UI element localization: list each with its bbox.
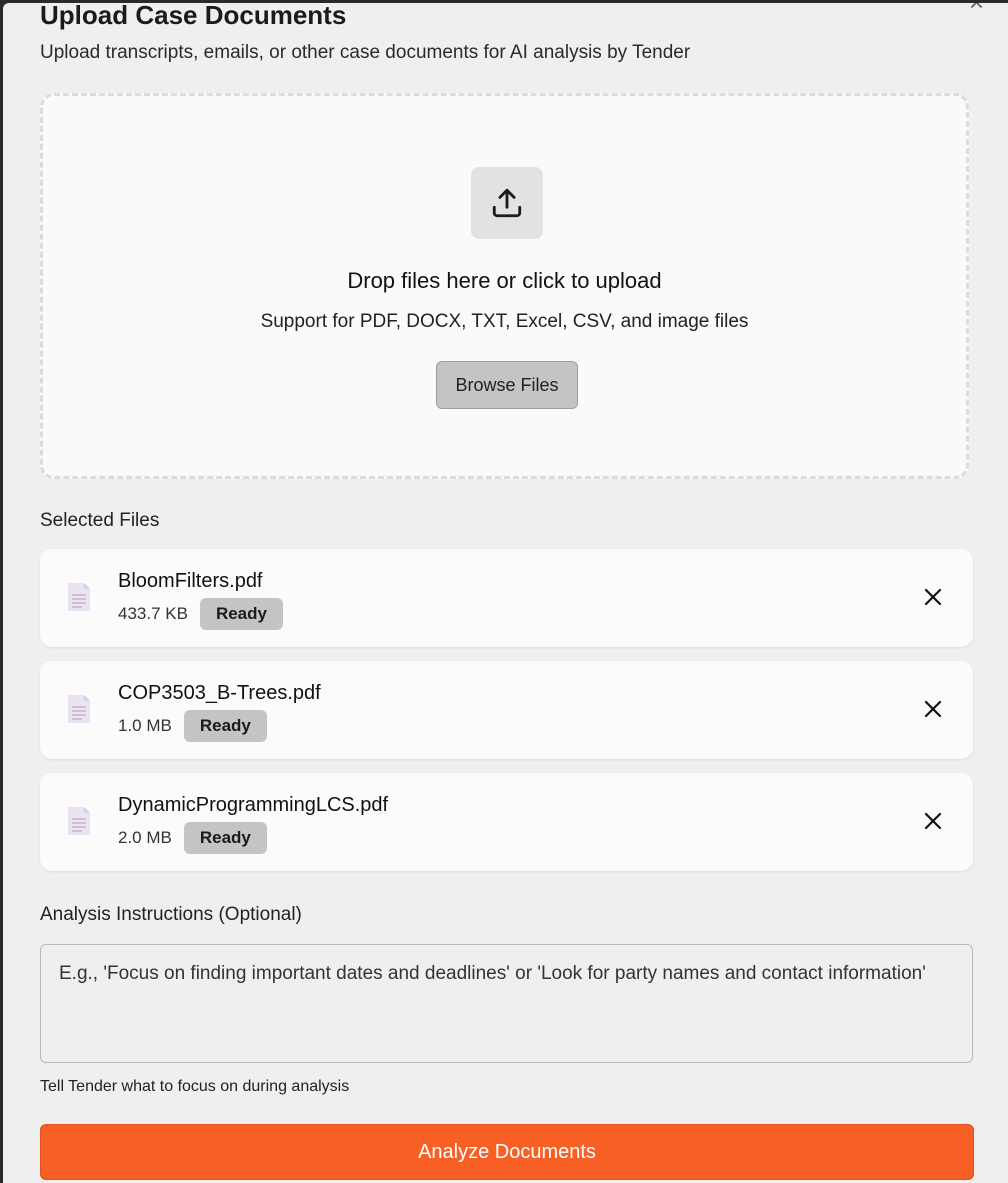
close-icon xyxy=(924,588,942,606)
analyze-documents-button[interactable]: Analyze Documents xyxy=(40,1124,974,1180)
remove-file-button[interactable] xyxy=(921,585,945,609)
instructions-label: Analysis Instructions (Optional) xyxy=(40,904,302,925)
file-size: 1.0 MB xyxy=(118,716,172,735)
upload-icon xyxy=(471,167,543,239)
file-name: COP3503_B-Trees.pdf xyxy=(118,682,321,704)
remove-file-button[interactable] xyxy=(921,697,945,721)
close-icon xyxy=(924,700,942,718)
file-item: DynamicProgrammingLCS.pdf 2.0 MB Ready xyxy=(40,773,973,871)
file-name: DynamicProgrammingLCS.pdf xyxy=(118,794,389,816)
instructions-hint: Tell Tender what to focus on during anal… xyxy=(40,1078,350,1095)
document-icon xyxy=(68,583,90,611)
file-size: 433.7 KB xyxy=(118,604,188,623)
file-item: BloomFilters.pdf 433.7 KB Ready xyxy=(40,549,973,647)
modal-subtitle: Upload transcripts, emails, or other cas… xyxy=(40,42,691,63)
file-name: BloomFilters.pdf xyxy=(118,570,263,592)
status-badge: Ready xyxy=(183,710,267,742)
document-icon xyxy=(68,695,90,723)
close-icon xyxy=(924,812,942,830)
selected-files-heading: Selected Files xyxy=(40,510,160,531)
file-item: COP3503_B-Trees.pdf 1.0 MB Ready xyxy=(40,661,973,759)
close-icon[interactable]: × xyxy=(969,3,984,15)
dropzone-title: Drop files here or click to upload xyxy=(347,268,662,293)
upload-modal: × Upload Case Documents Upload transcrip… xyxy=(3,3,1008,1183)
file-dropzone[interactable]: Drop files here or click to upload Suppo… xyxy=(40,93,969,479)
document-icon xyxy=(68,807,90,835)
status-badge: Ready xyxy=(183,822,267,854)
status-badge: Ready xyxy=(199,598,283,630)
dropzone-subtitle: Support for PDF, DOCX, TXT, Excel, CSV, … xyxy=(260,311,749,332)
file-size: 2.0 MB xyxy=(118,828,172,847)
analysis-instructions-input[interactable] xyxy=(40,944,973,1063)
browse-files-button[interactable]: Browse Files xyxy=(436,361,578,409)
remove-file-button[interactable] xyxy=(921,809,945,833)
modal-title: Upload Case Documents xyxy=(40,3,347,30)
